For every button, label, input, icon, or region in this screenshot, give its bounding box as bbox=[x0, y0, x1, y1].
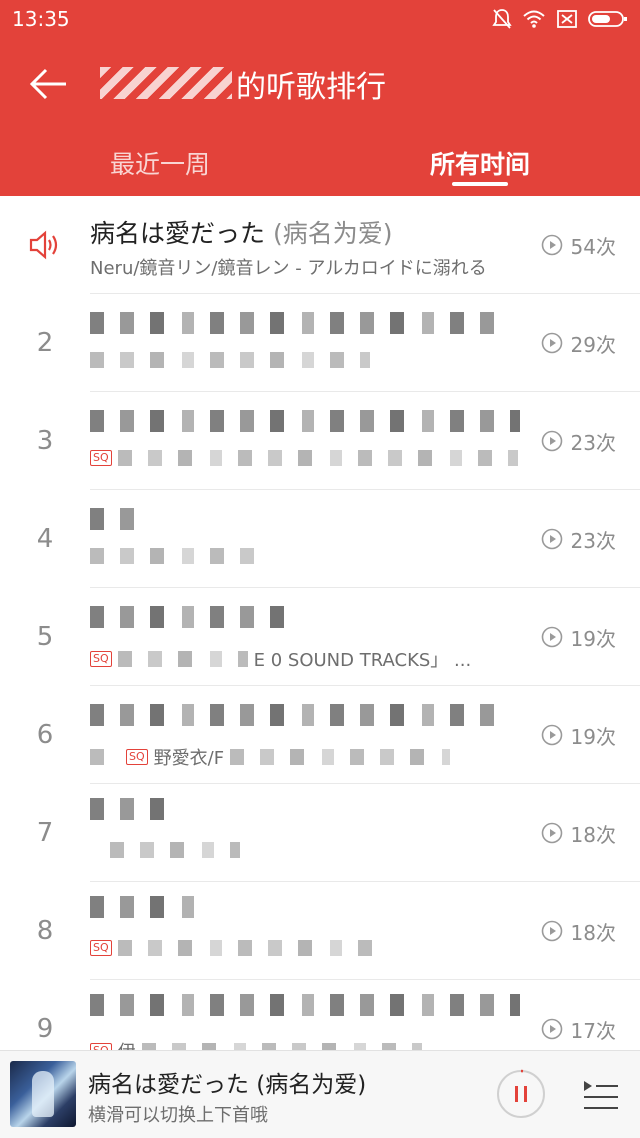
rank-number: 4 bbox=[36, 524, 54, 554]
redacted-song-subtitle bbox=[117, 940, 378, 956]
playlist-button[interactable] bbox=[580, 1077, 620, 1113]
album-cover[interactable] bbox=[10, 1061, 76, 1127]
rank-number: 2 bbox=[36, 328, 54, 358]
list-item[interactable]: 6 SQ 野愛衣/F 19次 bbox=[0, 686, 640, 784]
song-artist-album: SQ bbox=[90, 940, 535, 956]
redacted-song-title bbox=[90, 312, 510, 334]
play-count-value: 19次 bbox=[570, 626, 616, 651]
title-bar: 的听歌排行 bbox=[0, 50, 640, 116]
song-artist-album: SQ 野愛衣/F bbox=[90, 744, 535, 770]
player-hint: 横滑可以切换上下首哦 bbox=[88, 1105, 268, 1126]
status-time: 13:35 bbox=[12, 7, 70, 31]
play-count-value: 54次 bbox=[570, 234, 616, 259]
play-circle-icon bbox=[541, 626, 562, 648]
play-count[interactable]: 23次 bbox=[541, 490, 616, 588]
active-tab-indicator bbox=[452, 182, 508, 186]
play-count-value: 18次 bbox=[570, 822, 616, 847]
redacted-song-subtitle bbox=[117, 450, 518, 466]
player-song-title: 病名は愛だった (病名为爱) bbox=[88, 1072, 367, 1098]
rank-number: 7 bbox=[36, 818, 54, 848]
play-circle-icon bbox=[541, 234, 562, 256]
list-item[interactable]: 7 18次 bbox=[0, 784, 640, 882]
play-circle-icon bbox=[541, 822, 562, 844]
sq-badge: SQ bbox=[90, 940, 112, 956]
play-circle-icon bbox=[541, 920, 562, 942]
list-item[interactable]: 8 SQ 18次 bbox=[0, 882, 640, 980]
play-count-value: 17次 bbox=[570, 1018, 616, 1043]
rank-number: 6 bbox=[36, 720, 54, 750]
tab-recent-week[interactable]: 最近一周 bbox=[0, 130, 320, 196]
play-count-value: 23次 bbox=[570, 430, 616, 455]
song-artist-visible: 野愛衣/F bbox=[153, 748, 225, 769]
sq-badge: SQ bbox=[90, 651, 112, 667]
play-count[interactable]: 18次 bbox=[541, 882, 616, 980]
sim-icon bbox=[557, 10, 577, 28]
play-circle-icon bbox=[541, 528, 562, 550]
play-count[interactable]: 18次 bbox=[541, 784, 616, 882]
tab-bar: 最近一周 所有时间 bbox=[0, 130, 640, 196]
title-redacted-name bbox=[100, 67, 232, 99]
speaker-icon bbox=[29, 230, 58, 260]
redacted-song-subtitle bbox=[110, 842, 240, 858]
song-alias: (病名为爱) bbox=[272, 219, 393, 248]
pause-icon bbox=[515, 1086, 518, 1102]
redacted-song-title bbox=[90, 410, 520, 432]
play-count[interactable]: 19次 bbox=[541, 686, 616, 784]
song-album-visible: E 0 SOUND TRACKS」 ... bbox=[253, 650, 472, 671]
battery-icon bbox=[588, 11, 627, 27]
redacted-song-title bbox=[90, 606, 290, 628]
play-count-value: 29次 bbox=[570, 332, 616, 357]
song-artist-album: SQ bbox=[90, 450, 535, 466]
back-arrow-icon bbox=[29, 68, 66, 100]
list-item[interactable]: 病名は愛だった (病名为爱) Neru/鏡音リン/鏡音レン - アルカロイドに溺… bbox=[0, 196, 640, 294]
redacted-song-subtitle bbox=[90, 749, 120, 765]
status-icons bbox=[492, 6, 628, 32]
page-title: 的听歌排行 bbox=[236, 70, 386, 105]
redacted-song-title bbox=[90, 994, 520, 1016]
status-bar: 13:35 bbox=[0, 0, 640, 38]
playlist-icon bbox=[584, 1081, 618, 1109]
mini-player[interactable]: 病名は愛だった (病名为爱) 横滑可以切换上下首哦 bbox=[0, 1050, 640, 1138]
play-count-value: 23次 bbox=[570, 528, 616, 553]
redacted-song-title bbox=[90, 704, 510, 726]
play-count[interactable]: 19次 bbox=[541, 588, 616, 686]
sq-badge: SQ bbox=[90, 450, 112, 466]
redacted-song-subtitle bbox=[230, 749, 451, 765]
play-circle-icon bbox=[541, 430, 562, 452]
rank-number: 5 bbox=[36, 622, 54, 652]
play-count-value: 19次 bbox=[570, 724, 616, 749]
rank-number: 3 bbox=[36, 426, 54, 456]
redacted-song-subtitle bbox=[90, 352, 370, 368]
play-count[interactable]: 23次 bbox=[541, 392, 616, 490]
song-artist-album: SQ E 0 SOUND TRACKS」 ... bbox=[90, 646, 535, 672]
rank-number: 8 bbox=[36, 916, 54, 946]
redacted-song-title bbox=[90, 798, 170, 820]
list-item[interactable]: 2 29次 bbox=[0, 294, 640, 392]
redacted-song-subtitle bbox=[90, 548, 260, 564]
tab-all-time[interactable]: 所有时间 bbox=[320, 130, 640, 196]
back-button[interactable] bbox=[22, 58, 74, 110]
play-circle-icon bbox=[541, 724, 562, 746]
list-item[interactable]: 4 23次 bbox=[0, 490, 640, 588]
list-item[interactable]: 5 SQ E 0 SOUND TRACKS」 ... 19次 bbox=[0, 588, 640, 686]
playing-indicator bbox=[0, 196, 90, 294]
song-artist-album: Neru/鏡音リン/鏡音レン - アルカロイドに溺れる bbox=[90, 258, 487, 279]
wifi-icon bbox=[523, 10, 545, 28]
list-item[interactable]: 3 SQ 23次 bbox=[0, 392, 640, 490]
play-count[interactable]: 54次 bbox=[541, 196, 616, 294]
play-circle-icon bbox=[541, 1018, 562, 1040]
redacted-song-title bbox=[90, 896, 210, 918]
mute-icon bbox=[492, 9, 512, 29]
song-name: 病名は愛だった bbox=[90, 219, 266, 248]
header: 13:35 的听歌排行 最近一周 所有时间 bbox=[0, 0, 640, 196]
play-count-value: 18次 bbox=[570, 920, 616, 945]
pause-button[interactable] bbox=[496, 1069, 546, 1119]
song-title: 病名は愛だった (病名为爱) bbox=[90, 214, 535, 250]
play-count[interactable]: 29次 bbox=[541, 294, 616, 392]
redacted-song-subtitle bbox=[117, 651, 248, 667]
redacted-song-title bbox=[90, 508, 150, 530]
play-circle-icon bbox=[541, 332, 562, 354]
sq-badge: SQ bbox=[126, 749, 148, 765]
